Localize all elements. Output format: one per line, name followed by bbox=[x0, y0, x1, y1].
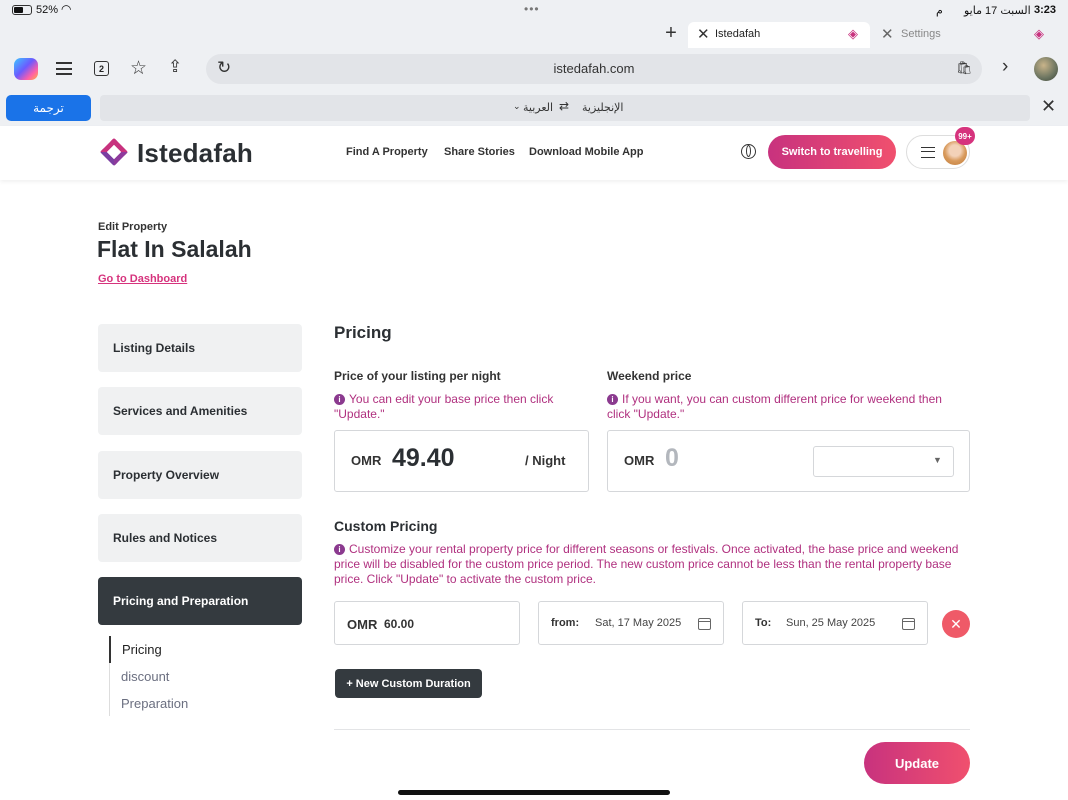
nav-find-property[interactable]: Find A Property bbox=[346, 146, 428, 158]
calendar-icon[interactable] bbox=[902, 618, 915, 630]
logo-text[interactable]: Istedafah bbox=[137, 138, 253, 169]
to-label: To: bbox=[755, 617, 772, 629]
status-bar: 52% ◠ ••• م السبت 17 مايو 3:23 bbox=[0, 0, 1068, 20]
dashboard-link[interactable]: Go to Dashboard bbox=[98, 273, 187, 285]
tab-label: Settings bbox=[901, 28, 941, 40]
new-tab-icon[interactable]: + bbox=[661, 22, 681, 44]
calendar-icon[interactable] bbox=[698, 618, 711, 630]
favicon-icon: ◈ bbox=[848, 26, 858, 41]
from-label: from: bbox=[551, 617, 580, 629]
caret-down-icon: ▼ bbox=[933, 455, 942, 465]
menu-icon bbox=[921, 147, 935, 158]
tab-count-icon[interactable]: 2 bbox=[94, 61, 109, 76]
url-text: istedafah.com bbox=[553, 61, 635, 76]
globe-icon[interactable] bbox=[741, 144, 756, 159]
address-bar[interactable]: ↻ istedafah.com 🛍 bbox=[206, 54, 982, 84]
weekend-price-note: i If you want, you can custom different p… bbox=[607, 392, 942, 421]
close-tab-icon[interactable]: ✕ bbox=[881, 25, 894, 43]
nightly-price-note: i You can edit your base price then click… bbox=[334, 392, 554, 421]
weekend-price-label: Weekend price bbox=[607, 369, 692, 383]
target-language[interactable]: الإنجليزية bbox=[582, 101, 623, 114]
sidebar-item-property-overview[interactable]: Property Overview bbox=[98, 451, 302, 499]
remove-custom-price-button[interactable]: ✕ bbox=[942, 610, 970, 638]
tab-strip: + ✕ Istedafah ◈ ✕ Settings ◈ bbox=[0, 20, 1068, 48]
pricing-heading: Pricing bbox=[334, 323, 392, 342]
currency-label: OMR bbox=[624, 453, 655, 468]
favorite-star-icon[interactable]: ☆ bbox=[130, 57, 147, 80]
site-header: Istedafah Find A Property Share Stories … bbox=[0, 126, 1068, 180]
nightly-price-field[interactable]: OMR 49.40 / Night bbox=[334, 430, 589, 492]
share-icon[interactable]: ⇪ bbox=[168, 57, 182, 77]
close-icon: ✕ bbox=[950, 615, 962, 632]
weekend-price-field[interactable]: OMR 0 ▼ bbox=[607, 430, 970, 492]
update-button[interactable]: Update bbox=[864, 742, 970, 784]
tab-istedafah[interactable]: ✕ Istedafah ◈ bbox=[688, 22, 870, 48]
nav-download-app[interactable]: Download Mobile App bbox=[529, 146, 643, 158]
info-icon: i bbox=[607, 394, 618, 405]
to-date-value[interactable]: Sun, 25 May 2025 bbox=[786, 617, 875, 629]
submenu-discount[interactable]: discount bbox=[121, 669, 169, 684]
page-title: Flat In Salalah bbox=[97, 236, 252, 262]
translate-bar: ترجمة ⌄ العربية ⇄ الإنجليزية ✕ bbox=[0, 90, 1068, 126]
swap-icon[interactable]: ⇄ bbox=[559, 99, 569, 113]
close-translate-icon[interactable]: ✕ bbox=[1041, 96, 1056, 117]
info-icon: i bbox=[334, 394, 345, 405]
close-tab-icon[interactable]: ✕ bbox=[697, 25, 710, 43]
battery-level: 52% bbox=[36, 4, 59, 16]
battery-icon bbox=[12, 5, 32, 15]
notification-badge: 99+ bbox=[955, 127, 975, 145]
translate-button[interactable]: ترجمة bbox=[6, 95, 91, 121]
date-text: السبت 17 مايو bbox=[964, 5, 1031, 17]
submenu-preparation[interactable]: Preparation bbox=[121, 696, 188, 711]
submenu-pricing[interactable]: Pricing bbox=[122, 642, 162, 657]
to-date-field[interactable]: To: Sun, 25 May 2025 bbox=[742, 601, 928, 645]
info-icon: i bbox=[334, 544, 345, 555]
currency-label: OMR bbox=[347, 617, 378, 632]
logo-icon[interactable] bbox=[98, 136, 130, 168]
divider bbox=[334, 729, 970, 730]
tab-label: Istedafah bbox=[715, 28, 761, 40]
per-night-label: / Night bbox=[525, 453, 566, 468]
submenu-active-indicator bbox=[109, 636, 111, 663]
clock: 3:23 bbox=[1034, 4, 1057, 16]
profile-avatar[interactable] bbox=[1034, 57, 1058, 81]
home-indicator bbox=[398, 790, 670, 795]
custom-pricing-heading: Custom Pricing bbox=[334, 518, 438, 534]
ampm: م bbox=[936, 5, 943, 17]
shopping-bag-icon[interactable]: 🛍 bbox=[956, 60, 973, 76]
copilot-icon[interactable] bbox=[14, 58, 38, 80]
weekend-price-value[interactable]: 0 bbox=[665, 444, 679, 473]
weekend-days-select[interactable]: ▼ bbox=[813, 446, 954, 477]
source-language[interactable]: العربية bbox=[523, 101, 553, 114]
browser-toolbar: 2 ☆ ⇪ ↻ istedafah.com 🛍 › bbox=[0, 48, 1068, 90]
favicon-icon: ◈ bbox=[1034, 26, 1044, 41]
wifi-icon: ◠ bbox=[61, 2, 72, 16]
nightly-price-label: Price of your listing per night bbox=[334, 369, 501, 383]
nightly-price-value[interactable]: 49.40 bbox=[392, 444, 455, 473]
chevron-down-icon: ⌄ bbox=[513, 101, 521, 111]
tab-settings[interactable]: ✕ Settings ◈ bbox=[874, 22, 1064, 48]
custom-price-field[interactable]: OMR 60.00 bbox=[334, 601, 520, 645]
new-custom-duration-button[interactable]: + New Custom Duration bbox=[335, 669, 482, 698]
menu-icon[interactable] bbox=[56, 62, 72, 75]
sidebar-item-rules-notices[interactable]: Rules and Notices bbox=[98, 514, 302, 562]
forward-icon[interactable]: › bbox=[1002, 56, 1008, 78]
nav-share-stories[interactable]: Share Stories bbox=[444, 146, 515, 158]
sidebar-item-listing-details[interactable]: Listing Details bbox=[98, 324, 302, 372]
multitask-dots-icon[interactable]: ••• bbox=[524, 2, 540, 16]
currency-label: OMR bbox=[351, 453, 382, 468]
sidebar-item-services-amenities[interactable]: Services and Amenities bbox=[98, 387, 302, 435]
from-date-value[interactable]: Sat, 17 May 2025 bbox=[595, 617, 681, 629]
page-eyebrow: Edit Property bbox=[98, 221, 168, 233]
custom-price-value[interactable]: 60.00 bbox=[384, 617, 414, 631]
custom-pricing-note: i Customize your rental property price fo… bbox=[334, 542, 959, 586]
language-selector[interactable]: ⌄ العربية ⇄ الإنجليزية bbox=[100, 95, 1030, 121]
sidebar-item-pricing-preparation[interactable]: Pricing and Preparation bbox=[98, 577, 302, 625]
from-date-field[interactable]: from: Sat, 17 May 2025 bbox=[538, 601, 724, 645]
switch-to-travelling-button[interactable]: Switch to travelling bbox=[768, 135, 896, 169]
